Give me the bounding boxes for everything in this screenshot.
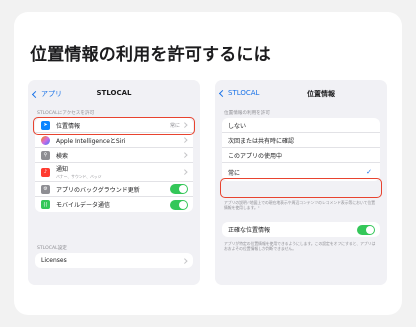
row-notifications[interactable]: ♪ 通知 バナー、サウンド、バッジ: [35, 163, 193, 182]
precise-location-group: 正確な位置情報: [222, 222, 380, 237]
chevron-right-icon: [181, 169, 187, 175]
chevron-right-icon: [181, 258, 187, 263]
nav-title: STLOCAL: [96, 89, 132, 97]
row-label: 通知: [56, 166, 69, 173]
chevron-right-icon: [181, 122, 187, 128]
row-search[interactable]: ⚲ 検索: [35, 148, 193, 163]
chevron-left-icon: [218, 89, 227, 97]
row-location[interactable]: ➤ 位置情報 常に: [35, 118, 193, 133]
checkmark-icon: ✓: [366, 168, 372, 176]
row-label: アプリのバックグラウンド更新: [56, 186, 140, 194]
nav-bar: アプリ STLOCAL: [28, 80, 200, 106]
row-label: モバイルデータ通信: [56, 202, 111, 209]
row-mobile-data[interactable]: (( モバイルデータ通信: [35, 197, 193, 212]
background-refresh-toggle[interactable]: [170, 184, 188, 194]
location-settings-screen: STLOCAL 位置情報 位置情報の利用を許可 しない 次回または共有時に確認 …: [215, 80, 387, 285]
option-label: 常に: [228, 169, 241, 177]
location-arrow-icon: ➤: [41, 120, 50, 130]
section-header: STLOCALにアクセスを許可: [37, 111, 95, 116]
licenses-group: Licenses: [35, 253, 193, 268]
antenna-icon: ((: [41, 200, 50, 209]
always-option-highlight: [220, 178, 382, 198]
permissions-group: ➤ 位置情報 常に Apple IntelligenceとSiri ⚲ 検索 ♪…: [35, 118, 193, 212]
row-precise-location[interactable]: 正確な位置情報: [222, 222, 380, 237]
precise-location-note: アプリが特定の位置情報を使用できるようにします。この設定をオフにすると、アプリは…: [224, 241, 376, 251]
row-label: Licenses: [41, 257, 67, 264]
row-licenses[interactable]: Licenses: [35, 253, 193, 268]
row-label: Apple IntelligenceとSiri: [56, 137, 126, 145]
precise-location-toggle[interactable]: [357, 224, 375, 235]
nav-title: 位置情報: [307, 90, 335, 98]
settings-section-header: STLOCAL設定: [37, 246, 67, 251]
option-while-using[interactable]: このアプリの使用中: [222, 148, 380, 163]
option-always[interactable]: 常に ✓: [222, 163, 380, 181]
row-value: 常に: [169, 122, 180, 129]
location-options-group: しない 次回または共有時に確認 このアプリの使用中 常に ✓: [222, 118, 380, 181]
row-label: 検索: [56, 152, 69, 160]
usage-description: アプリの説明:"地図上での現在地表示や周辺コンテンツのレコメンド表示等において位…: [224, 200, 375, 210]
back-button[interactable]: STLOCAL: [218, 89, 259, 97]
row-label: 正確な位置情報: [228, 227, 271, 234]
search-icon: ⚲: [41, 150, 50, 160]
gear-icon: ⚙: [41, 184, 50, 194]
chevron-right-icon: [181, 137, 187, 143]
option-label: しない: [228, 122, 247, 130]
page-headline: 位置情報の利用を許可するには: [30, 45, 271, 65]
app-settings-screen: アプリ STLOCAL STLOCALにアクセスを許可 ➤ 位置情報 常に Ap…: [28, 80, 200, 285]
section-header: 位置情報の利用を許可: [224, 111, 270, 116]
option-never[interactable]: しない: [222, 118, 380, 133]
row-background-refresh[interactable]: ⚙ アプリのバックグラウンド更新: [35, 182, 193, 197]
option-label: 次回または共有時に確認: [228, 137, 295, 145]
option-ask-next-time[interactable]: 次回または共有時に確認: [222, 133, 380, 148]
row-siri[interactable]: Apple IntelligenceとSiri: [35, 133, 193, 148]
nav-bar: STLOCAL 位置情報: [215, 80, 387, 106]
row-sublabel: バナー、サウンド、バッジ: [56, 174, 102, 179]
row-label: 位置情報: [56, 122, 81, 130]
chevron-right-icon: [181, 152, 187, 158]
bell-icon: ♪: [41, 167, 50, 177]
option-label: このアプリの使用中: [228, 152, 283, 160]
siri-icon: [41, 135, 50, 145]
mobile-data-toggle[interactable]: [170, 199, 188, 210]
